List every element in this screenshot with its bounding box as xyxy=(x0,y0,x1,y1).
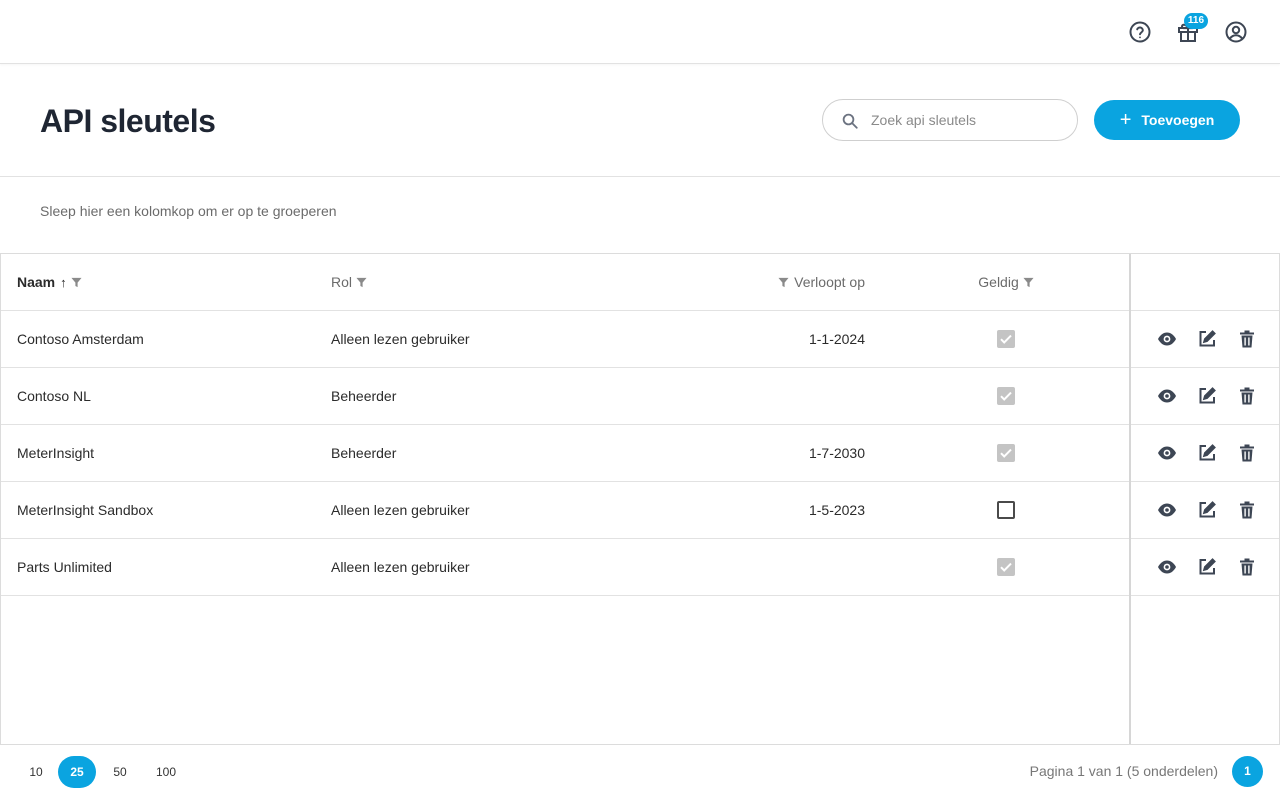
top-bar: 116 xyxy=(0,0,1280,64)
cell-expires: 1-7-2030 xyxy=(808,445,865,461)
table-row[interactable]: Parts Unlimited Alleen lezen gebruiker xyxy=(1,539,1129,596)
page-size-10[interactable]: 10 xyxy=(20,756,52,788)
cell-name: MeterInsight xyxy=(17,445,95,461)
edit-icon[interactable] xyxy=(1197,443,1217,463)
grid-data-area: Naam ↑ Rol Verloopt op Geldig Contoso Am… xyxy=(1,254,1129,744)
cell-valid xyxy=(961,425,1051,481)
edit-icon[interactable] xyxy=(1197,500,1217,520)
cell-role: Alleen lezen gebruiker xyxy=(331,502,470,518)
edit-icon[interactable] xyxy=(1197,386,1217,406)
trash-icon[interactable] xyxy=(1237,329,1257,349)
page-size-25[interactable]: 25 xyxy=(58,756,96,788)
notification-badge: 116 xyxy=(1184,13,1208,29)
table-row[interactable]: Contoso Amsterdam Alleen lezen gebruiker… xyxy=(1,311,1129,368)
valid-checkbox-checked xyxy=(997,558,1015,576)
sort-ascending-icon: ↑ xyxy=(60,274,67,290)
table-row[interactable]: MeterInsight Sandbox Alleen lezen gebrui… xyxy=(1,482,1129,539)
add-button[interactable]: + Toevoegen xyxy=(1094,100,1240,140)
gift-icon[interactable]: 116 xyxy=(1176,13,1208,44)
group-panel[interactable]: Sleep hier een kolomkop om er op te groe… xyxy=(40,203,337,219)
trash-icon[interactable] xyxy=(1237,557,1257,577)
filter-icon[interactable] xyxy=(356,277,367,288)
cell-role: Alleen lezen gebruiker xyxy=(331,559,470,575)
cell-expires xyxy=(701,539,865,595)
table-row[interactable]: Contoso NL Beheerder xyxy=(1,368,1129,425)
plus-icon: + xyxy=(1119,109,1132,131)
cell-role: Alleen lezen gebruiker xyxy=(331,331,470,347)
cell-expires xyxy=(701,368,865,424)
filter-icon[interactable] xyxy=(1023,277,1034,288)
cell-valid xyxy=(961,539,1051,595)
search-box[interactable] xyxy=(822,99,1078,141)
cell-name: Parts Unlimited xyxy=(17,559,112,575)
row-actions xyxy=(1131,539,1279,596)
view-icon[interactable] xyxy=(1157,557,1177,577)
page-title: API sleutels xyxy=(40,103,216,139)
column-header-expires-label: Verloopt op xyxy=(794,274,865,290)
column-header-role-label: Rol xyxy=(331,274,353,290)
view-icon[interactable] xyxy=(1157,329,1177,349)
column-header-role[interactable]: Rol xyxy=(331,254,367,310)
search-icon xyxy=(842,113,858,129)
user-circle-icon[interactable] xyxy=(1224,20,1248,44)
page-size-50[interactable]: 50 xyxy=(104,756,136,788)
cell-role: Beheerder xyxy=(331,445,397,461)
view-icon[interactable] xyxy=(1157,500,1177,520)
cell-name: Contoso NL xyxy=(17,388,91,404)
api-keys-grid: Naam ↑ Rol Verloopt op Geldig Contoso Am… xyxy=(0,253,1280,745)
valid-checkbox-checked xyxy=(997,444,1015,462)
column-header-valid-label: Geldig xyxy=(978,274,1019,290)
grid-actions-area xyxy=(1129,254,1279,744)
divider xyxy=(0,176,1280,177)
edit-icon[interactable] xyxy=(1197,329,1217,349)
view-icon[interactable] xyxy=(1157,386,1177,406)
actions-header xyxy=(1131,254,1279,311)
valid-checkbox-unchecked xyxy=(997,501,1015,519)
view-icon[interactable] xyxy=(1157,443,1177,463)
cell-name: Contoso Amsterdam xyxy=(17,331,144,347)
trash-icon[interactable] xyxy=(1237,386,1257,406)
page-button-1[interactable]: 1 xyxy=(1232,756,1263,787)
cell-expires: 1-1-2024 xyxy=(808,331,865,347)
row-actions xyxy=(1131,425,1279,482)
cell-name: MeterInsight Sandbox xyxy=(17,502,154,518)
help-icon[interactable] xyxy=(1128,20,1152,44)
page-size-100[interactable]: 100 xyxy=(150,756,182,788)
row-actions xyxy=(1131,368,1279,425)
cell-valid xyxy=(961,482,1051,538)
row-actions xyxy=(1131,482,1279,539)
add-button-label: Toevoegen xyxy=(1141,112,1215,128)
column-header-name-label: Naam xyxy=(17,274,56,290)
row-actions xyxy=(1131,311,1279,368)
search-input[interactable] xyxy=(871,101,1067,139)
header-row: Naam ↑ Rol Verloopt op Geldig xyxy=(1,254,1129,311)
cell-valid xyxy=(961,368,1051,424)
trash-icon[interactable] xyxy=(1237,500,1257,520)
column-header-valid[interactable]: Geldig xyxy=(961,254,1051,310)
edit-icon[interactable] xyxy=(1197,557,1217,577)
valid-checkbox-checked xyxy=(997,330,1015,348)
column-header-expires[interactable]: Verloopt op xyxy=(701,254,865,310)
valid-checkbox-checked xyxy=(997,387,1015,405)
table-row[interactable]: MeterInsight Beheerder 1-7-2030 xyxy=(1,425,1129,482)
pager-info: Pagina 1 van 1 (5 onderdelen) xyxy=(1029,763,1218,779)
column-header-name[interactable]: Naam ↑ xyxy=(17,254,82,310)
trash-icon[interactable] xyxy=(1237,443,1257,463)
filter-icon[interactable] xyxy=(71,277,82,288)
cell-role: Beheerder xyxy=(331,388,397,404)
cell-valid xyxy=(961,311,1051,367)
cell-expires: 1-5-2023 xyxy=(808,502,865,518)
filter-icon[interactable] xyxy=(778,277,789,288)
